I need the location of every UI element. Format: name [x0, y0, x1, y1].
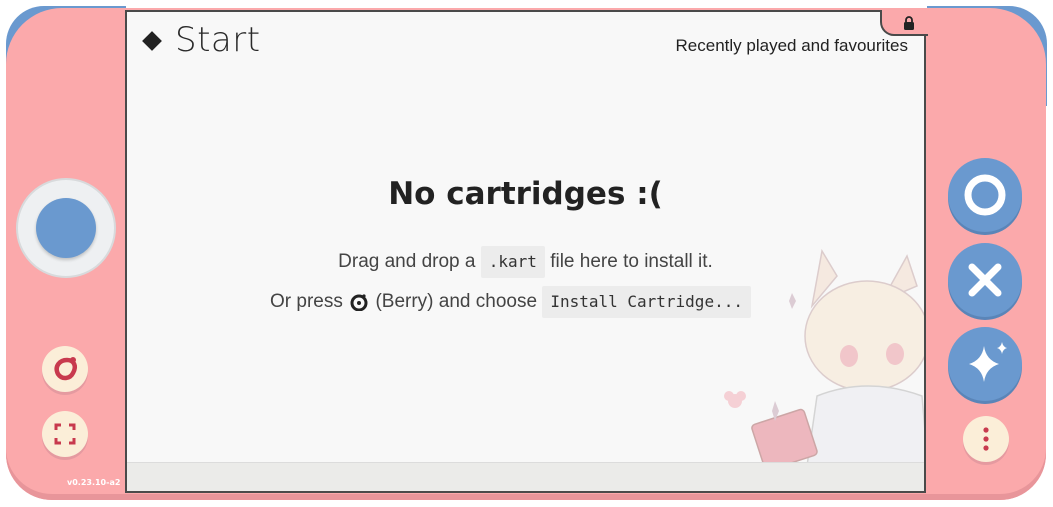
berry-button[interactable]	[42, 346, 88, 392]
sparkle-button-icon	[969, 342, 1007, 382]
mascot-illustration	[724, 248, 924, 466]
circle-button[interactable]	[948, 158, 1022, 232]
version-label: v0.23.10-a2	[67, 478, 121, 487]
sparkle-button[interactable]	[948, 327, 1022, 401]
more-vertical-icon	[983, 427, 989, 451]
lock-icon	[904, 16, 914, 30]
circle-button-icon	[964, 174, 1006, 216]
lock-tab[interactable]	[880, 10, 928, 36]
status-bar	[127, 462, 924, 491]
cross-button-icon	[968, 263, 1002, 297]
menu-button[interactable]	[963, 416, 1009, 462]
fullscreen-icon	[54, 423, 76, 445]
drag-suffix: file here to install it.	[550, 251, 713, 272]
berry-inline-icon	[350, 294, 368, 311]
diamond-icon	[142, 31, 162, 51]
press-prefix: Or press	[270, 291, 343, 312]
press-berry-label: (Berry) and choose	[375, 291, 538, 312]
screen-top-border	[125, 10, 883, 12]
berry-icon	[54, 357, 77, 381]
drag-drop-instruction: Drag and drop a .kart file here to insta…	[127, 246, 924, 278]
empty-state-title: No cartridges :(	[388, 176, 663, 212]
drag-prefix: Drag and drop a	[338, 251, 476, 272]
main-screen: Start Recently played and favourites No …	[125, 10, 926, 493]
fullscreen-button[interactable]	[42, 411, 88, 457]
kart-extension-code: .kart	[480, 246, 545, 278]
analog-stick[interactable]	[36, 198, 96, 258]
page-title: Start	[175, 20, 261, 60]
install-cartridge-code: Install Cartridge...	[542, 286, 751, 318]
recent-favourites-tab[interactable]: Recently played and favourites	[676, 36, 908, 56]
cross-button[interactable]	[948, 243, 1022, 317]
install-instruction: Or press (Berry) and choose Install Cart…	[127, 286, 924, 318]
